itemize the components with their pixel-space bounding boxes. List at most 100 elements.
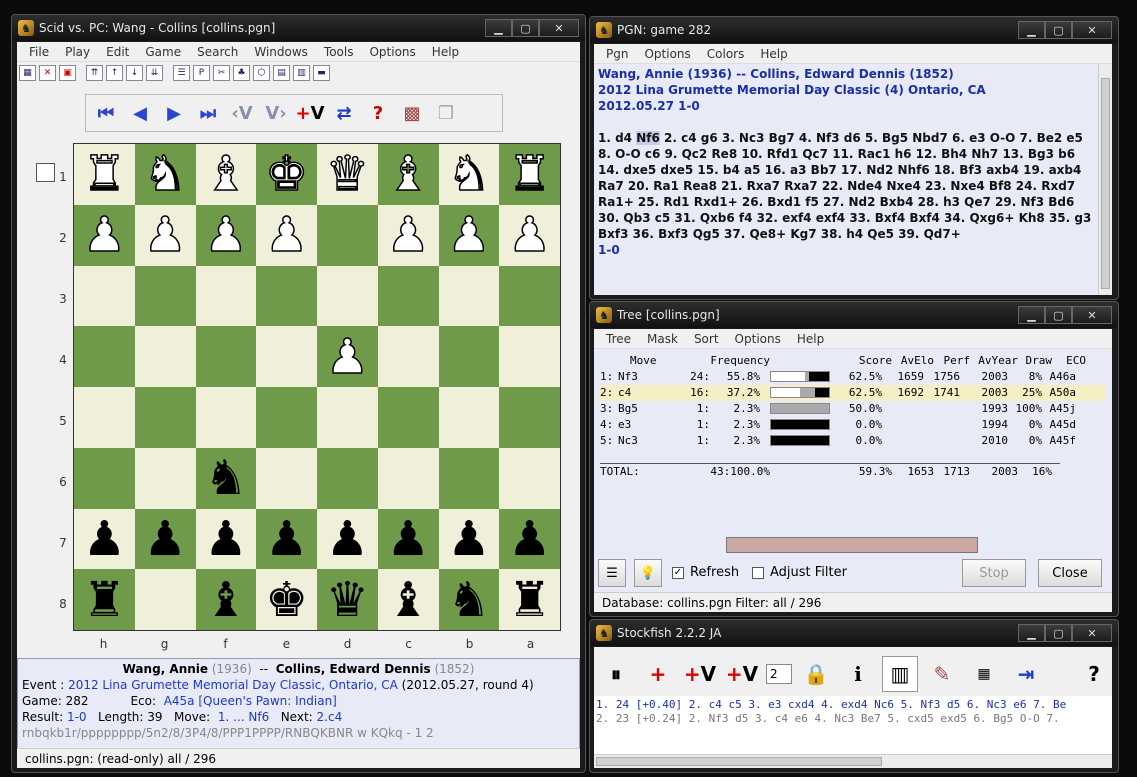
menu-help[interactable]: Help: [752, 47, 795, 61]
board-square[interactable]: [74, 447, 135, 509]
white-piece-icon[interactable]: ♞: [447, 150, 492, 200]
prev-game-icon[interactable]: ↑: [106, 65, 123, 81]
menu-windows[interactable]: Windows: [246, 45, 316, 59]
engine-scrollbar[interactable]: [594, 754, 1112, 768]
board-square[interactable]: ♜: [499, 569, 560, 630]
black-piece-icon[interactable]: ♟: [387, 515, 430, 563]
exit-variation-icon[interactable]: ‹V: [228, 99, 256, 127]
col-eco[interactable]: ECO: [1052, 353, 1086, 369]
adjust-filter-checkbox[interactable]: Adjust Filter: [752, 565, 847, 580]
black-piece-icon[interactable]: ♞: [447, 576, 490, 624]
maximize-button[interactable]: ▢: [1045, 21, 1072, 39]
board-square[interactable]: [317, 204, 378, 266]
event-link[interactable]: 2012 Lina Grumette Memorial Day Classic,…: [68, 678, 398, 692]
board-square[interactable]: ♟: [74, 508, 135, 570]
board-square[interactable]: ♟: [195, 508, 257, 570]
board-square[interactable]: ♞: [438, 144, 500, 205]
white-piece-icon[interactable]: ♚: [264, 150, 309, 200]
black-piece-icon[interactable]: ♟: [447, 515, 490, 563]
new-game-icon[interactable]: ▦: [19, 65, 36, 81]
black-player[interactable]: Collins, Edward Dennis: [276, 662, 431, 676]
tree-close-button[interactable]: Close: [1038, 559, 1102, 587]
board-square[interactable]: [134, 326, 196, 387]
maximize-button[interactable]: ▢: [1045, 624, 1072, 642]
black-piece-icon[interactable]: ♟: [144, 515, 187, 563]
black-piece-icon[interactable]: ♚: [265, 576, 308, 624]
minimize-button[interactable]: ▁: [1018, 306, 1045, 324]
board-square[interactable]: [499, 326, 560, 387]
black-piece-icon[interactable]: ♟: [83, 515, 126, 563]
add-pv-icon[interactable]: +: [640, 656, 676, 692]
pgn-text[interactable]: Wang, Annie (1936) -- Collins, Edward De…: [594, 64, 1098, 295]
gamelist-icon[interactable]: ☰: [173, 65, 190, 81]
next-move[interactable]: 2.c4: [317, 710, 343, 724]
scroll-thumb[interactable]: [1101, 78, 1110, 289]
menu-options[interactable]: Options: [636, 47, 698, 61]
board-square[interactable]: [438, 447, 500, 509]
black-piece-icon[interactable]: ♟: [326, 515, 369, 563]
board-square[interactable]: ♟: [134, 204, 196, 266]
white-piece-icon[interactable]: ♟: [264, 210, 309, 260]
finder-icon[interactable]: ▤: [273, 65, 290, 81]
stop-button[interactable]: Stop: [962, 559, 1026, 587]
board-square[interactable]: ♛: [317, 569, 378, 630]
black-piece-icon[interactable]: ♝: [387, 576, 430, 624]
copy-icon[interactable]: ❐: [432, 99, 460, 127]
maximize-button[interactable]: ▢: [1045, 306, 1072, 324]
white-piece-icon[interactable]: ♟: [143, 210, 188, 260]
board-square[interactable]: [195, 265, 257, 327]
moves-before[interactable]: 1. d4: [598, 131, 636, 145]
menu-options[interactable]: Options: [727, 332, 789, 346]
col-perf[interactable]: Perf: [934, 353, 971, 369]
white-piece-icon[interactable]: ♝: [386, 150, 431, 200]
board-square[interactable]: ♟: [377, 204, 439, 266]
chess-board[interactable]: ♜ ♞ ♝ ♚ ♛ ♝ ♞ ♜ ♟ ♟ ♟ ♟ ♟ ♟ ♟ ♟ ♞ ♟ ♟ ♟ ♟ ♟ ♟ ♟ ♟ ♜ ♝ ♚ ♛ ♝ ♞ ♜: [73, 143, 561, 631]
board-square[interactable]: ♞: [134, 144, 196, 205]
col-avelo[interactable]: AvElo: [892, 353, 934, 369]
board-square[interactable]: ♝: [377, 144, 439, 205]
board-square[interactable]: ♜: [499, 144, 560, 205]
menu-file[interactable]: File: [21, 45, 57, 59]
white-piece-icon[interactable]: ♞: [143, 150, 188, 200]
help-icon[interactable]: ?: [1076, 656, 1112, 692]
board-square[interactable]: [377, 326, 439, 387]
tree-row[interactable]: 5: Nc3 1: 2.3% 0.0% 2010 0% A45f: [600, 433, 1106, 449]
tree-row[interactable]: 2: c4 16: 37.2% 62.5% 1692 1741 2003 25% A50a: [600, 385, 1106, 401]
board-square[interactable]: [195, 326, 257, 387]
board-square[interactable]: [74, 326, 135, 387]
board-square[interactable]: ♟: [317, 326, 378, 387]
black-piece-icon[interactable]: ♝: [204, 576, 247, 624]
col-score[interactable]: Score: [840, 353, 892, 369]
board-square[interactable]: ♛: [317, 144, 378, 205]
board-square[interactable]: [134, 387, 196, 448]
last-game-icon[interactable]: ⇊: [146, 65, 163, 81]
board-square[interactable]: ♝: [377, 569, 439, 630]
menu-options[interactable]: Options: [361, 45, 423, 59]
board-square[interactable]: [377, 387, 439, 448]
tree-row[interactable]: 4: e3 1: 2.3% 0.0% 1994 0% A45d: [600, 417, 1106, 433]
board-square[interactable]: [317, 265, 378, 327]
play-move-icon[interactable]: ⇥: [1008, 656, 1044, 692]
autoplay-icon[interactable]: ?: [364, 99, 392, 127]
white-piece-icon[interactable]: ♜: [507, 150, 552, 200]
board-square[interactable]: ♟: [256, 508, 317, 570]
white-piece-icon[interactable]: ♟: [82, 210, 127, 260]
menu-tools[interactable]: Tools: [316, 45, 362, 59]
black-piece-icon[interactable]: ♜: [508, 576, 551, 624]
minimize-button[interactable]: ▁: [1018, 624, 1045, 642]
board-square[interactable]: ♟: [438, 204, 500, 266]
bookmark-icon[interactable]: ▥: [882, 655, 918, 692]
board-square[interactable]: [74, 265, 135, 327]
multipv-spinner[interactable]: 2: [766, 663, 792, 684]
board-square[interactable]: [134, 447, 196, 509]
board-icon[interactable]: ▦: [966, 656, 1002, 692]
annotate-icon[interactable]: ✎: [924, 656, 960, 692]
menu-search[interactable]: Search: [189, 45, 246, 59]
board-square[interactable]: ♟: [256, 204, 317, 266]
menu-pgn[interactable]: Pgn: [598, 47, 636, 61]
add-variation-icon[interactable]: + V: [295, 99, 324, 127]
col-draw[interactable]: Draw: [1018, 353, 1053, 369]
lock-icon[interactable]: 🔒: [798, 656, 834, 692]
col-move[interactable]: Move: [630, 353, 690, 369]
training-icon[interactable]: ▩: [398, 99, 426, 127]
